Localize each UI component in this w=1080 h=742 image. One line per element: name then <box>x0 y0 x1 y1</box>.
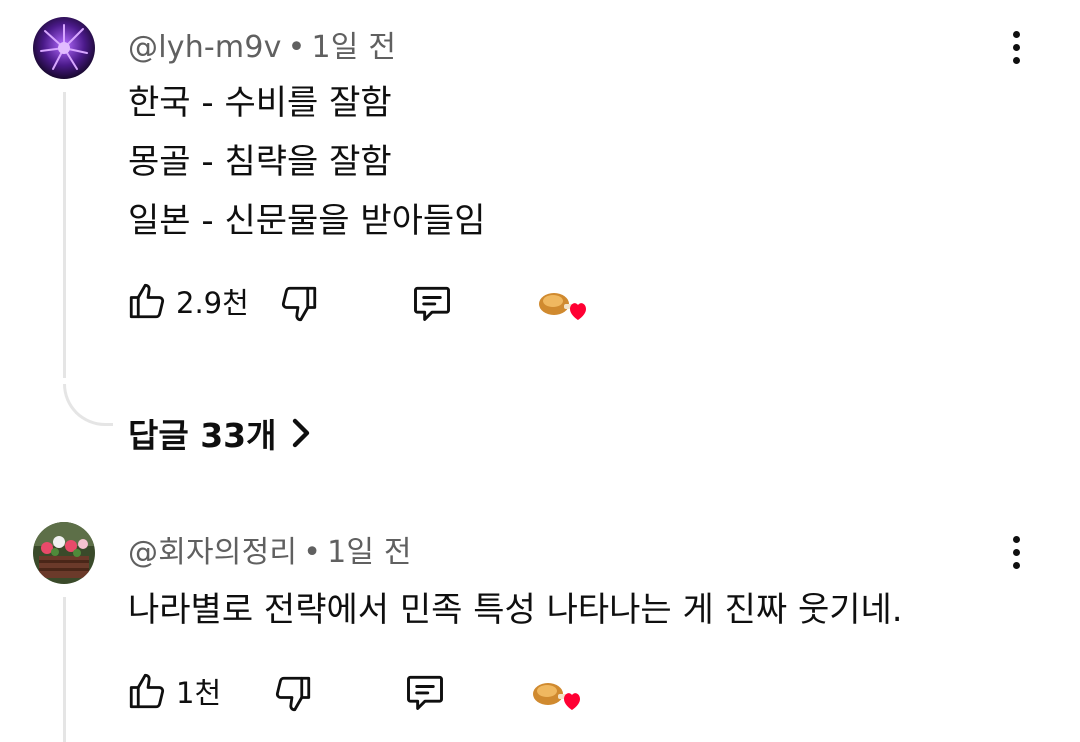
more-vertical-icon[interactable] <box>996 20 1036 74</box>
comment-text-line: 나라별로 전략에서 민족 특성 나타나는 게 진짜 웃기네. <box>128 590 903 630</box>
meta-separator: • <box>303 535 322 570</box>
comment-text-line: 한국 - 수비를 잘함 <box>128 83 392 123</box>
thread-connector <box>63 384 113 426</box>
comment-meta: @lyh-m9v • 1일 전 <box>128 22 396 66</box>
chevron-right-icon <box>292 418 309 448</box>
thumbs-up-icon <box>129 283 165 319</box>
thumbs-down-icon <box>281 286 317 322</box>
more-vertical-icon[interactable] <box>996 525 1036 579</box>
reply-comment-icon <box>414 286 450 321</box>
thumbs-down-icon <box>275 676 311 712</box>
author-handle[interactable]: @회자의정리 <box>128 535 297 570</box>
comment-time: 1일 전 <box>311 30 397 65</box>
dislike-button[interactable] <box>278 283 320 325</box>
reply-comment-icon <box>407 675 443 710</box>
meta-separator: • <box>287 30 306 65</box>
like-count: 2.9천 <box>176 286 249 320</box>
comment-text-line: 몽골 - 침략을 잘함 <box>128 142 392 182</box>
view-replies-button[interactable]: 답글 33개 <box>128 409 313 457</box>
creator-heart-icon <box>530 672 588 724</box>
dislike-button[interactable] <box>272 673 314 715</box>
avatar[interactable] <box>33 17 95 79</box>
reply-button[interactable] <box>409 281 455 325</box>
like-count: 1천 <box>176 676 222 710</box>
creator-heart-icon <box>536 282 594 334</box>
thread-line <box>63 92 66 378</box>
like-button[interactable]: 1천 <box>126 670 221 712</box>
thread-line <box>63 597 66 742</box>
comments-section: @lyh-m9v • 1일 전 한국 - 수비를 잘함 몽골 - 침략을 잘함 일본… <box>0 0 1080 742</box>
comment-meta: @회자의정리 • 1일 전 <box>128 527 412 571</box>
like-button[interactable]: 2.9천 <box>126 280 249 322</box>
comment-text-line: 일본 - 신문물을 받아들임 <box>128 201 486 241</box>
comment-time: 1일 전 <box>327 535 412 570</box>
replies-label: 답글 33개 <box>128 416 277 455</box>
author-handle[interactable]: @lyh-m9v <box>128 30 282 65</box>
reply-button[interactable] <box>402 670 448 714</box>
avatar[interactable] <box>33 522 95 584</box>
thumbs-up-icon <box>129 673 165 709</box>
